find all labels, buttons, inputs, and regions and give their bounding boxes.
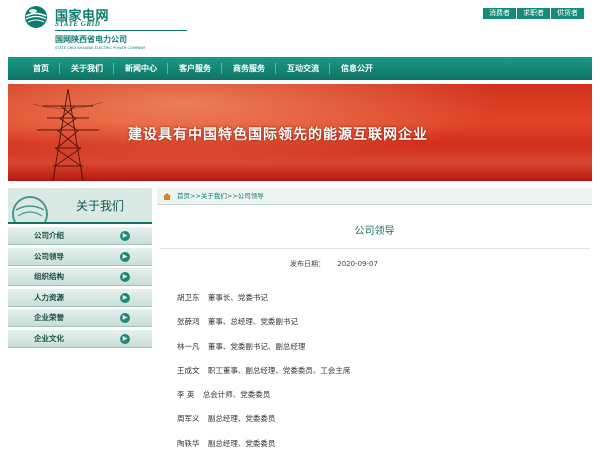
nav-item-about[interactable]: 关于我们 (60, 57, 114, 80)
sidebar-item-label: 人力资源 (34, 292, 64, 302)
leader-role: 董事、总经理、党委副书记 (207, 317, 298, 327)
list-item: 林一凡 董事、党委副书记、副总经理 (177, 341, 577, 365)
leader-role: 副总经理、党委委员 (207, 414, 276, 424)
arrow-right-icon: ▶ (120, 231, 130, 241)
home-icon (163, 193, 171, 200)
list-item: 张薛鸿 董事、总经理、党委副书记 (177, 316, 577, 340)
leader-name: 陶轶华 (177, 438, 200, 448)
supplier-link[interactable]: 供货者 (550, 8, 584, 19)
leader-name: 胡卫东 (177, 293, 200, 302)
leader-name: 李 英 (177, 390, 195, 400)
leader-name: 张薛鸿 (177, 317, 200, 327)
nav-item-interaction[interactable]: 互动交流 (276, 57, 330, 80)
arrow-right-icon: ▶ (120, 272, 130, 282)
publish-date: 2020-09-07 (337, 260, 378, 268)
breadcrumb-text[interactable]: 首页>>关于我们>>公司领导 (177, 188, 264, 205)
sidebar-item-label: 企业荣誉 (34, 313, 64, 322)
corporation-emblem-icon (12, 196, 48, 222)
list-item: 李 英 总会计师、党委委员 (177, 389, 577, 413)
state-grid-emblem-icon (25, 6, 47, 28)
nav-item-business-service[interactable]: 商务服务 (222, 57, 276, 80)
list-item: 陶轶华 副总经理、党委委员 (177, 438, 577, 452)
nav-item-news[interactable]: 新闻中心 (114, 57, 168, 80)
leader-role: 总会计师、党委委员 (202, 390, 271, 400)
leader-role: 董事长、党委书记 (207, 293, 268, 302)
sidebar-header: 关于我们 (8, 188, 152, 224)
sidebar-item-label: 企业文化 (34, 333, 64, 343)
leader-list: 胡卫东 董事长、党委书记 张薛鸿 董事、总经理、党委副书记 林一凡 董事、党委副… (177, 292, 577, 452)
sidebar-item-honors[interactable]: 企业荣誉 ▶ (8, 309, 152, 327)
leader-name: 周军义 (177, 414, 200, 424)
breadcrumb: 首页>>关于我们>>公司领导 (157, 188, 592, 205)
nav-item-home[interactable]: 首页 (22, 57, 60, 80)
sidebar-item-label: 公司领导 (34, 251, 64, 261)
sidebar-title: 关于我们 (76, 199, 125, 213)
leader-role: 董事、党委副书记、副总经理 (207, 341, 306, 351)
publish-info: 发布日期： 2020-09-07 (290, 259, 378, 269)
hero-banner: 建设具有中国特色国际领先的能源互联网企业 (8, 84, 592, 181)
consumer-link[interactable]: 消费者 (483, 8, 516, 19)
logo-divider (55, 30, 187, 31)
list-item: 王成文 职工董事、副总经理、党委委员、工会主席 (177, 365, 577, 389)
sidebar-item-company-intro[interactable]: 公司介绍 ▶ (8, 227, 152, 245)
arrow-right-icon: ▶ (120, 333, 130, 344)
nav-item-customer-service[interactable]: 客户服务 (168, 57, 222, 80)
leader-role: 副总经理、党委委员 (207, 438, 276, 448)
page-title: 公司领导 (354, 226, 395, 237)
banner-slogan: 建设具有中国特色国际领先的能源互联网企业 (128, 127, 428, 143)
sidebar-item-structure[interactable]: 组织结构 ▶ (8, 268, 152, 286)
sidebar-item-label: 组织结构 (34, 272, 64, 281)
company-name-cn: 国网陕西省电力公司 (55, 35, 127, 44)
main-nav: 首页 关于我们 新闻中心 客户服务 商务服务 互动交流 信息公开 (8, 57, 592, 80)
leader-name: 林一凡 (177, 341, 200, 351)
job-seeker-link[interactable]: 求职者 (516, 8, 550, 19)
nav-item-disclosure[interactable]: 信息公开 (330, 57, 384, 80)
arrow-right-icon: ▶ (120, 313, 130, 323)
audience-links: 消费者 求职者 供货者 (483, 8, 584, 19)
sidebar-item-culture[interactable]: 企业文化 ▶ (8, 329, 152, 348)
title-divider (160, 248, 590, 249)
list-item: 胡卫东 董事长、党委书记 (177, 292, 577, 316)
company-name-en: STATE GRID SHAANXI ELECTRIC POWER COMPAN… (55, 46, 146, 50)
publish-date-label: 发布日期： (290, 260, 325, 268)
logo[interactable]: 国家电网 STATE GRID 国网陕西省电力公司 STATE GRID SHA… (24, 3, 187, 53)
list-item: 周军义 副总经理、党委委员 (177, 413, 577, 437)
power-tower-icon (33, 88, 103, 181)
arrow-right-icon: ▶ (120, 292, 130, 303)
sidebar-item-leadership[interactable]: 公司领导 ▶ (8, 247, 152, 266)
leader-role: 职工董事、副总经理、党委委员、工会主席 (207, 365, 351, 375)
sidebar-menu: 公司介绍 ▶ 公司领导 ▶ 组织结构 ▶ 人力资源 ▶ 企业荣誉 ▶ 企业文化 … (8, 227, 152, 350)
sidebar-item-hr[interactable]: 人力资源 ▶ (8, 288, 152, 307)
leader-name: 王成文 (177, 365, 200, 375)
sidebar-item-label: 公司介绍 (34, 231, 64, 240)
arrow-right-icon: ▶ (120, 251, 130, 262)
logo-text-en: STATE GRID (55, 20, 101, 28)
site-header: 国家电网 STATE GRID 国网陕西省电力公司 STATE GRID SHA… (0, 0, 600, 56)
